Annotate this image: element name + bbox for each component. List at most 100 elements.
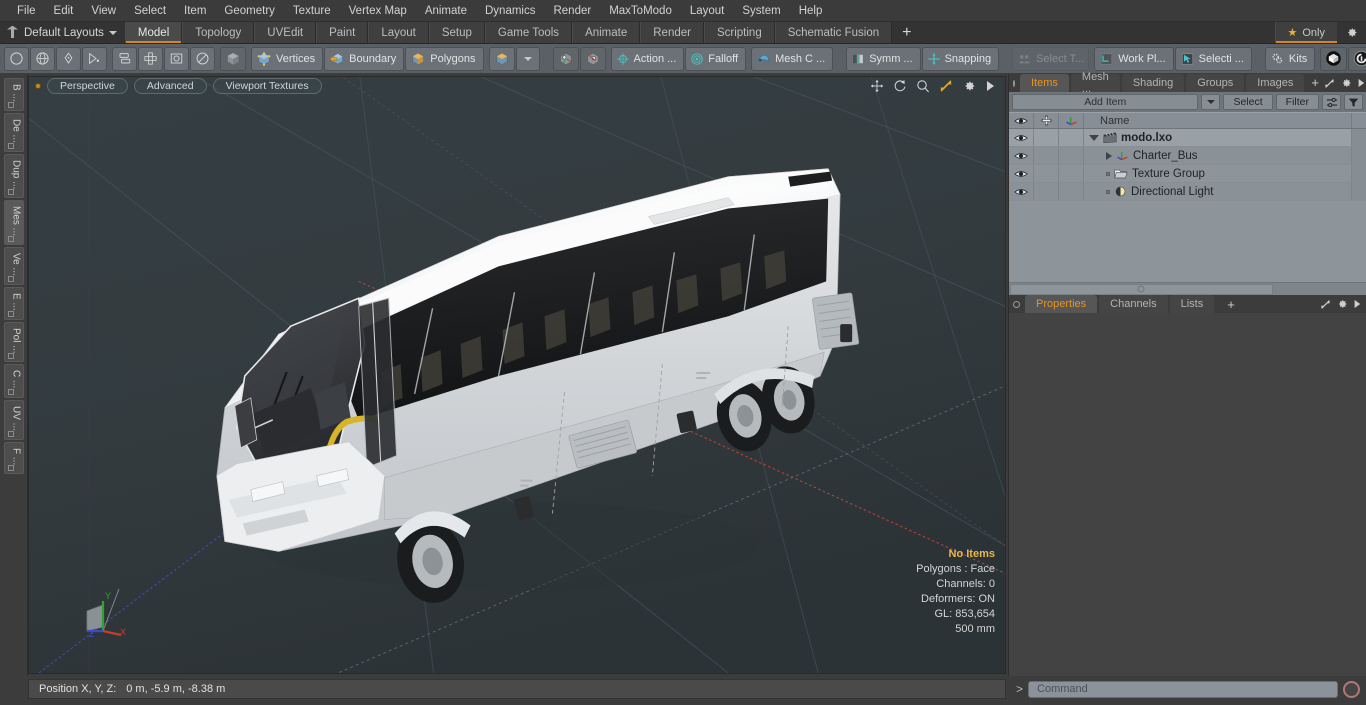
item-tree-hscrollbar[interactable] bbox=[1009, 282, 1366, 295]
table-row[interactable]: modo.lxo bbox=[1009, 129, 1366, 147]
perspective-viewport[interactable]: Perspective Advanced Viewport Textures Y… bbox=[28, 76, 1006, 674]
symmetry-button[interactable]: Symm ... bbox=[846, 46, 921, 71]
fit-icon[interactable] bbox=[939, 79, 953, 93]
filter-funnel-button[interactable] bbox=[1344, 94, 1363, 110]
menu-item-texture[interactable]: Texture bbox=[284, 1, 340, 21]
play-icon[interactable] bbox=[985, 80, 995, 92]
tab-model[interactable]: Model bbox=[124, 22, 183, 43]
tab-layout[interactable]: Layout bbox=[368, 22, 429, 43]
move-icon[interactable] bbox=[870, 79, 884, 93]
only-toggle[interactable]: ★ Only bbox=[1274, 22, 1337, 43]
snapping-button[interactable]: Snapping bbox=[921, 46, 1000, 71]
command-input[interactable]: Command bbox=[1028, 680, 1338, 698]
row-visibility-toggle[interactable] bbox=[1009, 129, 1034, 146]
menu-item-render[interactable]: Render bbox=[544, 1, 600, 21]
layout-selector[interactable]: Default Layouts bbox=[0, 22, 125, 43]
tab-channels[interactable]: Channels bbox=[1099, 295, 1168, 313]
tab-scripting[interactable]: Scripting bbox=[703, 22, 775, 43]
add-item-dropdown[interactable] bbox=[1201, 94, 1221, 110]
circle-tool-button[interactable] bbox=[4, 46, 29, 71]
tab-mesh-ops[interactable]: Mesh ... bbox=[1070, 71, 1120, 95]
table-row[interactable]: Texture Group bbox=[1009, 165, 1366, 183]
scrollbar-thumb[interactable] bbox=[1010, 283, 1273, 295]
record-macro-button[interactable] bbox=[1343, 680, 1360, 698]
filter-button[interactable]: Filter bbox=[1275, 94, 1319, 110]
tab-setup[interactable]: Setup bbox=[428, 22, 485, 43]
zoom-icon[interactable] bbox=[916, 79, 930, 93]
boundary-mode-button[interactable]: Boundary bbox=[324, 46, 405, 71]
curve-tool-button[interactable] bbox=[82, 46, 107, 71]
tab-schematic-fusion[interactable]: Schematic Fusion bbox=[774, 22, 893, 43]
row-visibility-toggle[interactable] bbox=[1009, 165, 1034, 182]
element-mode-button[interactable] bbox=[488, 46, 515, 71]
add-tab-button[interactable]: + bbox=[892, 22, 921, 43]
add-panel-tab-button[interactable]: + bbox=[1311, 76, 1319, 89]
pivot-mode-button[interactable] bbox=[552, 46, 579, 71]
twirl-open-icon[interactable] bbox=[1089, 134, 1099, 141]
left-tab-deform[interactable]: De ... bbox=[3, 112, 24, 152]
menu-item-geometry[interactable]: Geometry bbox=[215, 1, 284, 21]
gear-icon[interactable] bbox=[1340, 77, 1352, 89]
left-tab-fusion[interactable]: F ... bbox=[3, 441, 24, 474]
work-plane-button[interactable]: Work Pl... bbox=[1094, 46, 1174, 71]
viewport-view-mode[interactable]: Perspective bbox=[47, 78, 128, 94]
left-tab-mesh-edit[interactable]: Mes ... bbox=[3, 200, 24, 246]
col-transform[interactable] bbox=[1059, 113, 1084, 128]
menu-item-system[interactable]: System bbox=[733, 1, 789, 21]
tree-item-charter-bus[interactable]: Charter_Bus bbox=[1084, 147, 1352, 164]
ellipse-tool-button[interactable] bbox=[190, 46, 215, 71]
menu-item-layout[interactable]: Layout bbox=[681, 1, 734, 21]
play-icon[interactable] bbox=[1353, 299, 1361, 309]
row-lock-cell[interactable] bbox=[1034, 165, 1059, 182]
panel-menu-dot[interactable] bbox=[1013, 79, 1015, 87]
menu-item-edit[interactable]: Edit bbox=[45, 1, 83, 21]
tab-animate[interactable]: Animate bbox=[572, 22, 641, 43]
menu-item-maxtomodo[interactable]: MaxToModo bbox=[600, 1, 681, 21]
center-tool-button[interactable] bbox=[138, 46, 163, 71]
pivot-alt-mode-button[interactable] bbox=[579, 46, 606, 71]
kits-button[interactable]: Kits bbox=[1264, 46, 1316, 71]
menu-item-view[interactable]: View bbox=[82, 1, 125, 21]
row-transform-cell[interactable] bbox=[1059, 165, 1084, 182]
tab-render[interactable]: Render bbox=[640, 22, 704, 43]
tab-groups[interactable]: Groups bbox=[1186, 74, 1245, 92]
selection-mode-button[interactable] bbox=[220, 46, 246, 71]
modo-logo-button[interactable] bbox=[1320, 46, 1348, 71]
tree-item-scene[interactable]: modo.lxo bbox=[1084, 129, 1352, 146]
selection-set-button[interactable]: Selecti ... bbox=[1174, 46, 1252, 71]
gear-icon[interactable] bbox=[962, 79, 976, 93]
row-visibility-toggle[interactable] bbox=[1009, 147, 1034, 164]
left-tab-uv[interactable]: UV ... bbox=[3, 399, 24, 440]
mesh-constraint-button[interactable]: Mesh C ... bbox=[751, 46, 834, 71]
tab-paint[interactable]: Paint bbox=[316, 22, 369, 43]
menu-item-file[interactable]: File bbox=[8, 1, 45, 21]
tab-images[interactable]: Images bbox=[1246, 74, 1305, 92]
twirl-closed-icon[interactable] bbox=[1106, 151, 1112, 160]
select-button[interactable]: Select bbox=[1223, 94, 1273, 110]
element-mode-dropdown[interactable] bbox=[515, 46, 540, 71]
expand-icon[interactable] bbox=[1320, 299, 1331, 310]
left-tab-basic[interactable]: B ... bbox=[3, 78, 24, 111]
vertices-mode-button[interactable]: Vertices bbox=[251, 46, 324, 71]
tab-shading[interactable]: Shading bbox=[1121, 74, 1185, 92]
menu-item-animate[interactable]: Animate bbox=[416, 1, 476, 21]
left-tab-curve[interactable]: C ... bbox=[3, 364, 24, 398]
tree-item-texture-group[interactable]: Texture Group bbox=[1084, 165, 1352, 182]
menu-item-dynamics[interactable]: Dynamics bbox=[476, 1, 544, 21]
row-lock-cell[interactable] bbox=[1034, 147, 1059, 164]
tab-game-tools[interactable]: Game Tools bbox=[484, 22, 573, 43]
left-tab-edge[interactable]: E ... bbox=[3, 286, 24, 320]
row-transform-cell[interactable] bbox=[1059, 129, 1084, 146]
menu-item-select[interactable]: Select bbox=[125, 1, 175, 21]
tab-topology[interactable]: Topology bbox=[182, 22, 255, 43]
left-tab-duplicate[interactable]: Dup ... bbox=[3, 153, 24, 199]
mirror-tool-button[interactable] bbox=[112, 46, 137, 71]
left-tab-polygon[interactable]: Pol ... bbox=[3, 321, 24, 363]
table-row[interactable]: Charter_Bus bbox=[1009, 147, 1366, 165]
bounding-box-tool-button[interactable] bbox=[164, 46, 189, 71]
tree-item-directional-light[interactable]: Directional Light bbox=[1084, 183, 1352, 200]
action-center-button[interactable]: Action ... bbox=[610, 46, 685, 71]
menu-item-item[interactable]: Item bbox=[175, 1, 215, 21]
tab-uvedit[interactable]: UVEdit bbox=[254, 22, 317, 43]
row-transform-cell[interactable] bbox=[1059, 147, 1084, 164]
